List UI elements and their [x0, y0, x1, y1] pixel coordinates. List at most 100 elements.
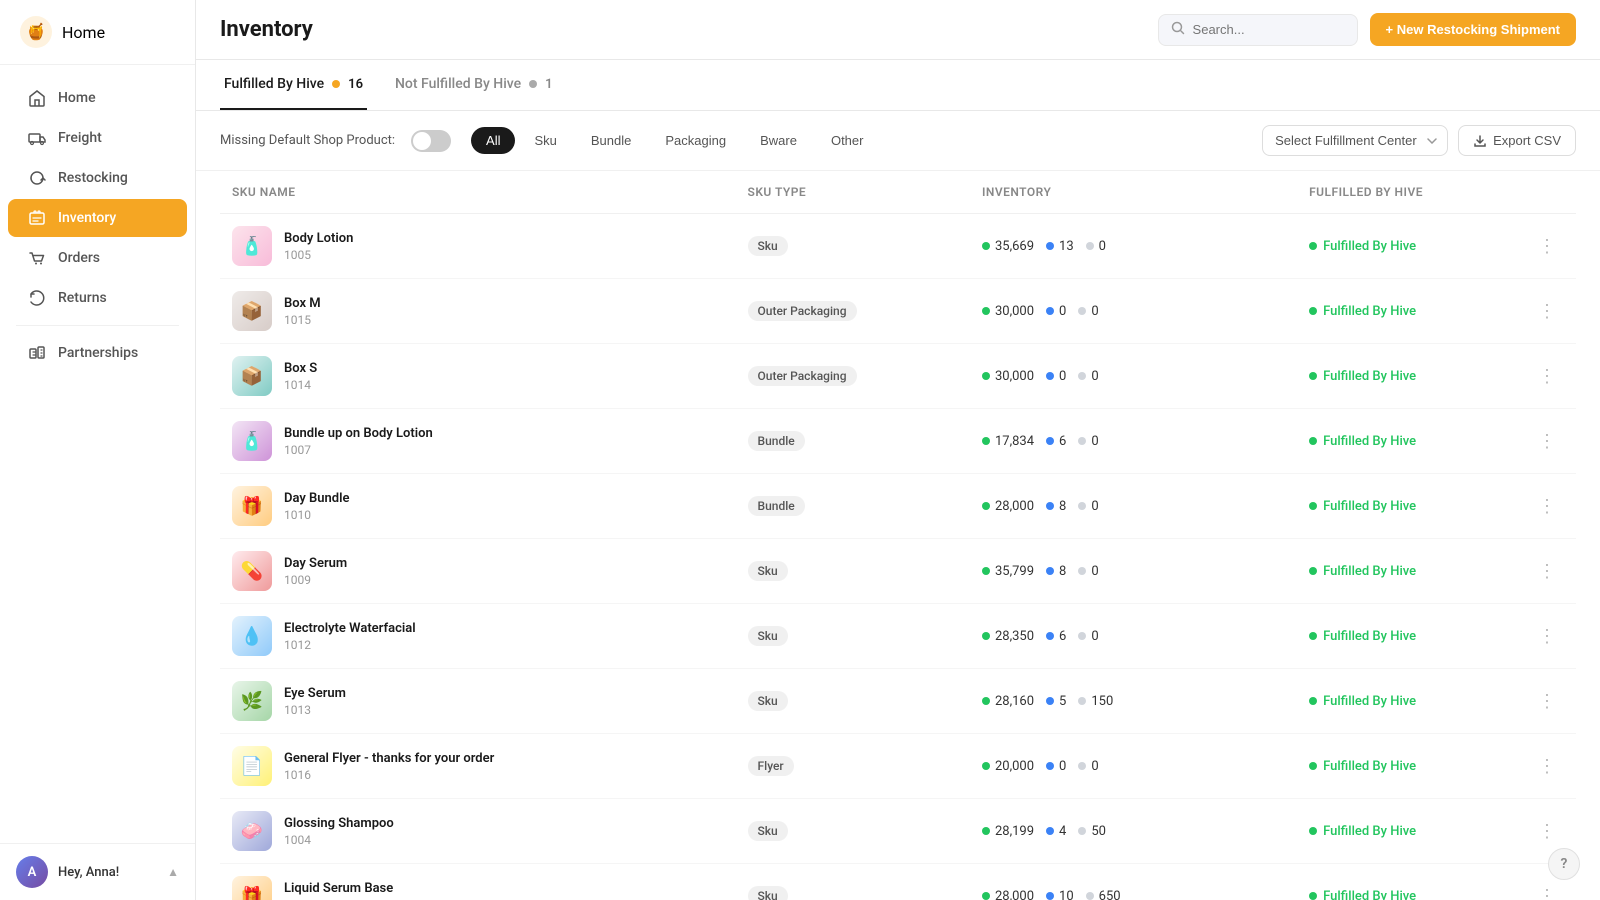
sidebar-item-partnerships[interactable]: Partnerships — [8, 334, 187, 372]
fulfilled-cell: Fulfilled By Hive — [1297, 214, 1518, 279]
fulfilled-cell: Fulfilled By Hive — [1297, 669, 1518, 734]
chip-all[interactable]: All — [471, 127, 515, 154]
sku-name-cell: 🎁 Liquid Serum Base 1008 — [220, 864, 736, 900]
inventory-blue-dot — [1046, 827, 1054, 835]
fulfilled-dot — [1309, 437, 1317, 445]
row-more-button[interactable]: ⋮ — [1530, 428, 1564, 454]
col-sku-name: SKU Name — [220, 171, 736, 214]
row-more-button[interactable]: ⋮ — [1530, 883, 1564, 900]
inventory-blue-value: 4 — [1059, 824, 1066, 839]
inventory-blue-value: 8 — [1059, 564, 1066, 579]
export-csv-button[interactable]: Export CSV — [1458, 125, 1576, 156]
col-inventory: Inventory — [970, 171, 1297, 214]
new-shipment-label: + New Restocking Shipment — [1386, 22, 1560, 37]
sku-id: 1010 — [284, 508, 350, 522]
sidebar-logo[interactable]: 🍯 Home — [0, 0, 195, 65]
home-icon — [28, 89, 46, 107]
sidebar-item-orders[interactable]: Orders — [8, 239, 187, 277]
table-row: 📄 General Flyer - thanks for your order … — [220, 734, 1576, 799]
sku-id: 1015 — [284, 313, 321, 327]
sidebar-item-freight[interactable]: Freight — [8, 119, 187, 157]
inventory-green-value: 35,799 — [995, 564, 1034, 579]
row-more-button[interactable]: ⋮ — [1530, 298, 1564, 324]
row-more-button[interactable]: ⋮ — [1530, 233, 1564, 259]
sku-type-cell: Sku — [736, 604, 970, 669]
inventory-gray-value: 50 — [1091, 824, 1106, 839]
inventory-blue-value: 6 — [1059, 629, 1066, 644]
filter-chips: All Sku Bundle Packaging Bware Other — [471, 127, 878, 154]
sidebar-item-inventory[interactable]: Inventory — [8, 199, 187, 237]
row-more-button[interactable]: ⋮ — [1530, 753, 1564, 779]
sidebar-item-home[interactable]: Home — [8, 79, 187, 117]
inventory-green-value: 17,834 — [995, 434, 1034, 449]
row-more-button[interactable]: ⋮ — [1530, 623, 1564, 649]
row-more-button[interactable]: ⋮ — [1530, 688, 1564, 714]
sku-name: Glossing Shampoo — [284, 816, 394, 831]
sku-thumbnail: 📦 — [232, 291, 272, 331]
sku-id: 1014 — [284, 378, 317, 392]
row-more-button[interactable]: ⋮ — [1530, 818, 1564, 844]
table-row: 🎁 Day Bundle 1010 Bundle 28,000 8 — [220, 474, 1576, 539]
inventory-green-dot — [982, 632, 990, 640]
fulfilled-cell: Fulfilled By Hive — [1297, 279, 1518, 344]
inventory-blue-dot — [1046, 307, 1054, 315]
sku-id: 1016 — [284, 768, 494, 782]
sidebar-item-restocking[interactable]: Restocking — [8, 159, 187, 197]
fulfilled-dot — [1309, 307, 1317, 315]
help-button[interactable]: ? — [1548, 848, 1580, 880]
fulfilled-dot — [1309, 697, 1317, 705]
sku-type-cell: Sku — [736, 214, 970, 279]
fulfilled-label: Fulfilled By Hive — [1323, 629, 1416, 644]
fulfilled-cell: Fulfilled By Hive — [1297, 344, 1518, 409]
inventory-blue-dot — [1046, 632, 1054, 640]
col-actions — [1518, 171, 1576, 214]
sidebar-item-returns[interactable]: Returns — [8, 279, 187, 317]
chip-bundle[interactable]: Bundle — [576, 127, 646, 154]
sku-type-badge: Sku — [748, 691, 788, 711]
inventory-green-dot — [982, 372, 990, 380]
inventory-gray-dot — [1078, 437, 1086, 445]
inventory-blue-value: 6 — [1059, 434, 1066, 449]
sku-thumbnail: 📄 — [232, 746, 272, 786]
tab-fulfilled-by-hive[interactable]: Fulfilled By Hive 16 — [220, 60, 367, 110]
inventory-blue-value: 8 — [1059, 499, 1066, 514]
sku-name: Bundle up on Body Lotion — [284, 426, 433, 441]
table-row: 💊 Day Serum 1009 Sku 35,799 8 — [220, 539, 1576, 604]
inventory-gray-value: 0 — [1091, 564, 1098, 579]
tab-not-fulfilled-by-hive[interactable]: Not Fulfilled By Hive 1 — [391, 60, 557, 110]
inventory-gray-value: 0 — [1091, 759, 1098, 774]
user-menu-chevron-icon[interactable]: ▲ — [167, 865, 179, 879]
sku-type-cell: Sku — [736, 539, 970, 604]
sku-name-cell: 📦 Box S 1014 — [220, 344, 736, 409]
inventory-green-dot — [982, 242, 990, 250]
inventory-blue-value: 0 — [1059, 369, 1066, 384]
search-input[interactable] — [1193, 22, 1345, 37]
col-sku-type: SKU Type — [736, 171, 970, 214]
row-actions-cell: ⋮ — [1518, 474, 1576, 539]
inventory-blue-value: 0 — [1059, 759, 1066, 774]
fulfillment-center-select[interactable]: Select Fulfillment Center — [1262, 125, 1448, 156]
inventory-icon — [28, 209, 46, 227]
chip-packaging[interactable]: Packaging — [650, 127, 741, 154]
fulfilled-dot — [1309, 827, 1317, 835]
sku-thumbnail: 🧼 — [232, 811, 272, 851]
sidebar-item-home-label: Home — [58, 90, 96, 106]
inventory-green-dot — [982, 697, 990, 705]
row-more-button[interactable]: ⋮ — [1530, 558, 1564, 584]
inventory-blue-dot — [1046, 502, 1054, 510]
inventory-blue-dot — [1046, 372, 1054, 380]
missing-default-toggle[interactable] — [411, 130, 451, 152]
sku-id: 1009 — [284, 573, 347, 587]
sidebar-item-restocking-label: Restocking — [58, 170, 128, 186]
chip-bware[interactable]: Bware — [745, 127, 812, 154]
chip-other[interactable]: Other — [816, 127, 879, 154]
sku-type-badge: Bundle — [748, 496, 805, 516]
row-more-button[interactable]: ⋮ — [1530, 363, 1564, 389]
new-shipment-button[interactable]: + New Restocking Shipment — [1370, 13, 1576, 46]
sku-type-cell: Sku — [736, 669, 970, 734]
chip-sku[interactable]: Sku — [519, 127, 571, 154]
inventory-cell: 30,000 0 0 — [970, 279, 1297, 344]
row-more-button[interactable]: ⋮ — [1530, 493, 1564, 519]
tab-not-fulfilled-badge — [529, 80, 537, 88]
sku-thumbnail: 🎁 — [232, 876, 272, 900]
